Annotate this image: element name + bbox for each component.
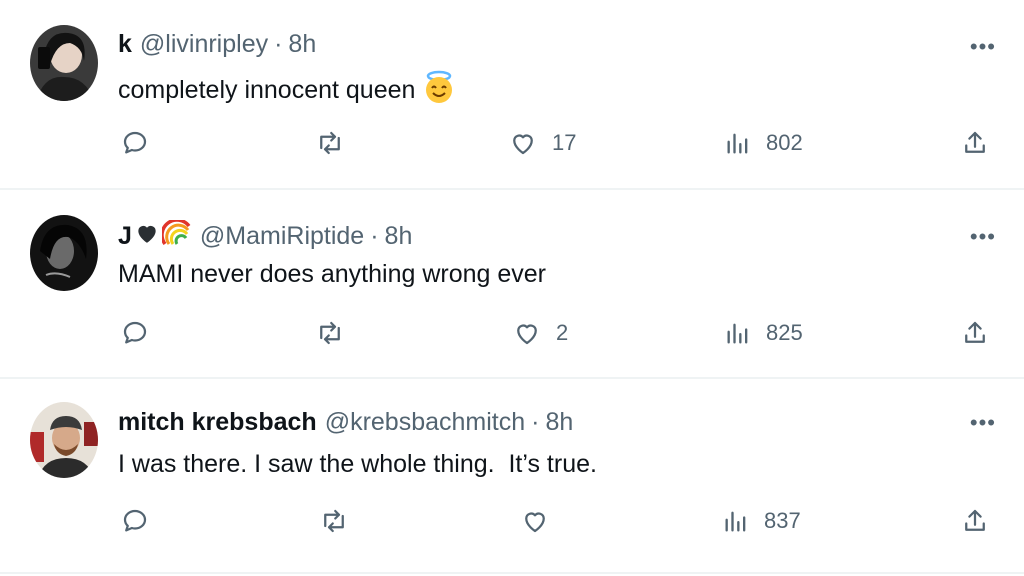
separator: · [274, 30, 283, 58]
avatar[interactable] [30, 402, 98, 478]
username[interactable]: @krebsbachmitch [325, 408, 525, 437]
heart-icon [517, 324, 537, 345]
display-name[interactable]: mitch krebsbach [118, 408, 317, 437]
share-icon [965, 509, 985, 531]
views-button[interactable]: 825 [724, 318, 803, 348]
tweet-text-row: MAMI never does anything wrong ever [118, 260, 546, 289]
tweet-2[interactable]: J @MamiRiptide · 8h MAMI never does anyt… [0, 190, 1024, 378]
username[interactable]: @livinripley [140, 30, 268, 59]
tweet-header: mitch krebsbach @krebsbachmitch · 8h [118, 408, 573, 437]
retweet-button[interactable] [318, 506, 350, 536]
separator: · [370, 222, 379, 250]
tweet-header: J @MamiRiptide · 8h [118, 218, 413, 253]
reply-button[interactable] [120, 128, 150, 158]
share-button[interactable] [960, 318, 990, 348]
rainbow-icon [160, 218, 192, 253]
timestamp[interactable]: 8h [385, 222, 413, 251]
reply-icon [123, 321, 147, 344]
username[interactable]: @MamiRiptide [200, 222, 364, 251]
reply-button[interactable] [120, 318, 150, 348]
like-button[interactable] [520, 506, 564, 536]
avatar[interactable] [30, 25, 98, 101]
reply-icon [123, 131, 147, 154]
timestamp[interactable]: 8h [288, 30, 316, 59]
more-options-icon[interactable]: ••• [970, 34, 996, 60]
analytics-icon [727, 133, 748, 154]
reply-icon [123, 509, 147, 532]
more-options-icon[interactable]: ••• [970, 224, 996, 250]
avatar[interactable] [30, 215, 98, 291]
retweet-icon [320, 131, 340, 155]
divider [0, 572, 1024, 574]
retweet-icon [320, 321, 340, 345]
like-count: 17 [552, 130, 577, 155]
black-heart-icon [134, 220, 160, 253]
smiling-face-with-halo-icon [423, 70, 455, 111]
tweet-3[interactable]: mitch krebsbach @krebsbachmitch · 8h I w… [0, 380, 1024, 576]
views-count: 837 [764, 508, 801, 533]
timestamp[interactable]: 8h [545, 408, 573, 437]
heart-icon [525, 512, 545, 533]
tweet-text: I was there. I saw the whole thing. It’s… [118, 450, 597, 478]
retweet-button[interactable] [314, 128, 346, 158]
share-button[interactable] [960, 128, 990, 158]
tweet-actions: 2 825 [0, 318, 1024, 358]
like-count: 2 [556, 320, 569, 345]
tweet-actions: 17 802 [0, 128, 1024, 168]
tweet-text-row: I was there. I saw the whole thing. It’s… [118, 450, 597, 479]
views-button[interactable]: 837 [722, 506, 801, 536]
tweet-actions: 837 [0, 506, 1024, 546]
display-name[interactable]: J [118, 222, 132, 251]
share-button[interactable] [960, 506, 990, 536]
tweet-text-row: completely innocent queen [118, 70, 455, 111]
tweet-text: completely innocent queen [118, 76, 416, 104]
tweet-header: k @livinripley · 8h [118, 30, 316, 59]
share-icon [965, 321, 985, 343]
analytics-icon [725, 511, 746, 532]
tweet-text: MAMI never does anything wrong ever [118, 260, 546, 288]
display-name[interactable]: k [118, 30, 132, 59]
heart-icon [513, 134, 533, 155]
tweet-1[interactable]: k @livinripley · 8h completely innocent … [0, 0, 1024, 190]
divider [0, 377, 1024, 379]
views-count: 802 [766, 130, 803, 155]
reply-button[interactable] [120, 506, 150, 536]
more-options-icon[interactable]: ••• [970, 410, 996, 436]
retweet-button[interactable] [314, 318, 346, 348]
views-button[interactable]: 802 [724, 128, 803, 158]
like-button[interactable]: 17 [508, 128, 576, 158]
views-count: 825 [766, 320, 803, 345]
like-button[interactable]: 2 [512, 318, 568, 348]
analytics-icon [727, 323, 748, 344]
share-icon [965, 131, 985, 153]
separator: · [531, 408, 540, 436]
retweet-icon [324, 509, 344, 533]
